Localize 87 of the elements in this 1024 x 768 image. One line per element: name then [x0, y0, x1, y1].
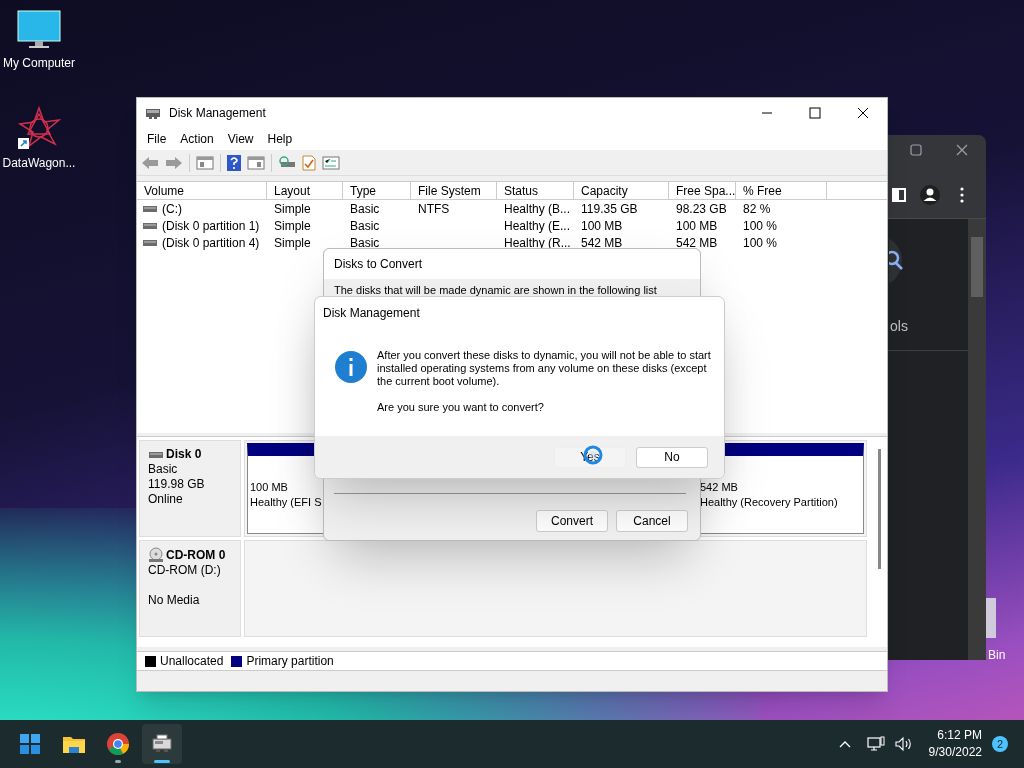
properties-icon[interactable]: [322, 155, 340, 170]
clock-time[interactable]: 6:12 PM: [937, 727, 982, 744]
column-header[interactable]: Capacity: [574, 182, 669, 199]
column-header[interactable]: Status: [497, 182, 574, 199]
rescan-icon[interactable]: [278, 155, 296, 170]
volume-icon[interactable]: [894, 736, 913, 752]
table-cell-text: Healthy (B...: [503, 200, 572, 217]
desktop-icon-label[interactable]: Bin: [988, 646, 1006, 664]
side-panel-icon[interactable]: [892, 188, 906, 202]
table-cell-text: 542 MB: [580, 234, 624, 251]
message-text: After you convert these disks to dynamic, you will not be able to start installed operating systems from any volume on these disks (except the current boot volume).: [377, 349, 712, 388]
panel-icon[interactable]: [196, 155, 214, 170]
partial-text: ols: [890, 317, 908, 336]
table-cell-text: 100 %: [742, 234, 779, 251]
network-icon[interactable]: [866, 736, 885, 752]
close-icon[interactable]: [857, 107, 869, 119]
clock-date[interactable]: 9/30/2022: [928, 744, 982, 761]
profile-icon[interactable]: [920, 185, 940, 205]
table-cell-text: 542 MB: [675, 234, 719, 251]
menu-item[interactable]: View: [227, 130, 254, 148]
desktop-icon-label[interactable]: DataWagon...: [2, 154, 76, 172]
menu-item[interactable]: Action: [180, 130, 214, 148]
notification-badge[interactable]: 2: [992, 736, 1008, 752]
volume-name: (C:): [162, 200, 182, 218]
column-header[interactable]: Volume: [137, 182, 267, 199]
chrome-icon: [106, 732, 130, 756]
dialog-button[interactable]: Cancel: [616, 510, 688, 532]
table-cell-text: 82 %: [742, 200, 772, 217]
menu-icon[interactable]: [960, 187, 964, 203]
maximize-icon[interactable]: [809, 107, 821, 119]
windows-logo-icon: [18, 732, 42, 756]
question-text: Are you sure you want to convert?: [377, 401, 545, 414]
table-cell-text: 98.23 GB: [675, 200, 728, 217]
table-cell-text: 100 MB: [675, 217, 719, 234]
disk-status: Online: [148, 492, 184, 507]
partition-status: Healthy (EFI S: [250, 495, 323, 510]
legend-label: Unallocated: [160, 653, 224, 670]
disk-name: CD-ROM 0: [166, 547, 226, 563]
scrollbar[interactable]: [878, 449, 881, 569]
legend-label: Primary partition: [246, 653, 334, 670]
disk-size: 119.98 GB: [148, 477, 206, 492]
table-cell-text: NTFS: [417, 200, 451, 217]
dialog-button[interactable]: Convert: [536, 510, 608, 532]
table-cell-text: 100 %: [742, 217, 779, 234]
table-cell-text: 119.35 GB: [580, 200, 639, 217]
star-logo-icon[interactable]: [17, 106, 61, 150]
column-header[interactable]: Layout: [267, 182, 343, 199]
disk-status: No Media: [148, 593, 201, 608]
table-cell-text: Basic: [349, 234, 381, 251]
partition-status: Healthy (Recovery Partition): [700, 495, 839, 510]
table-cell-text: Simple: [273, 217, 312, 234]
column-header[interactable]: % Free: [736, 182, 827, 199]
dialog-text: The disks that will be made dynamic are shown in the following list: [334, 283, 657, 298]
dialog-title: Disks to Convert: [324, 249, 700, 279]
table-cell-text: Simple: [273, 234, 312, 251]
help-icon[interactable]: [227, 154, 241, 171]
window-title: Disk Management: [169, 105, 267, 122]
column-header[interactable]: Type: [343, 182, 411, 199]
disk-name: Disk 0: [166, 447, 202, 462]
disc-icon: [148, 547, 164, 563]
scrollbar[interactable]: [968, 219, 986, 660]
table-cell-text: Basic: [349, 217, 381, 234]
desktop-icon-label[interactable]: My Computer: [3, 54, 75, 72]
info-icon: [335, 351, 367, 383]
dialog-button[interactable]: No: [636, 446, 708, 468]
table-cell-text: Healthy (R...: [503, 234, 572, 251]
taskbar-button[interactable]: [142, 724, 182, 764]
volume-name: (Disk 0 partition 4): [162, 234, 260, 252]
volume-name: (Disk 0 partition 1): [162, 217, 260, 235]
menu-item[interactable]: Help: [267, 130, 293, 148]
panel-icon[interactable]: [247, 155, 265, 170]
dialog-title: Disk Management: [322, 305, 421, 322]
drive-icon: [145, 106, 161, 120]
column-header[interactable]: Free Spa...: [669, 182, 736, 199]
partition-size: 542 MB: [700, 480, 739, 495]
monitor-icon[interactable]: [17, 10, 61, 50]
table-cell-text: Basic: [349, 200, 381, 217]
chevron-up-icon[interactable]: [838, 740, 851, 748]
column-header[interactable]: File System: [411, 182, 497, 199]
menu-item[interactable]: File: [147, 130, 167, 148]
checklist-icon[interactable]: [302, 154, 316, 171]
partition-size: 100 MB: [250, 480, 289, 495]
disk-type: CD-ROM (D:): [148, 563, 222, 578]
table-cell-text: 100 MB: [580, 217, 624, 234]
table-cell-text: Healthy (E...: [503, 217, 572, 234]
table-cell-text: Simple: [273, 200, 312, 217]
disk-type: Basic: [148, 462, 179, 477]
